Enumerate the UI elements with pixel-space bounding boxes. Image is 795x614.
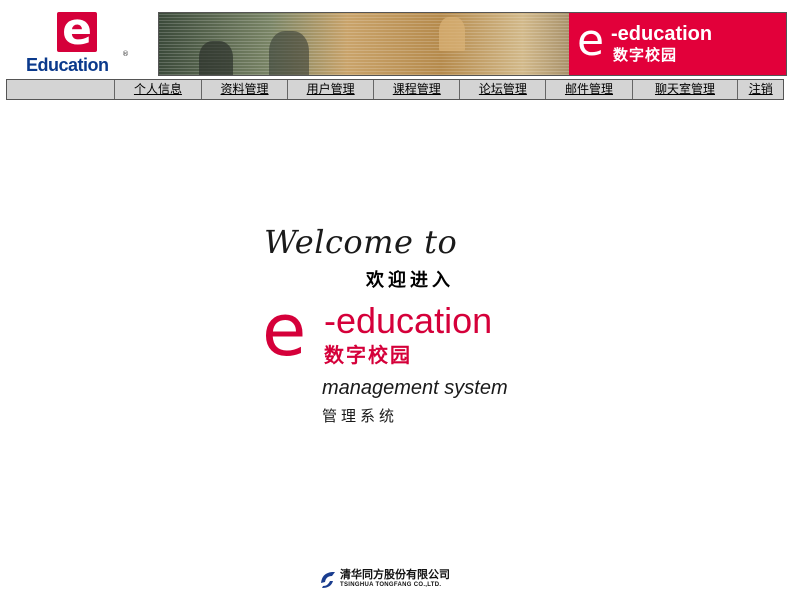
header-banner: e -education 数字校园 (158, 12, 787, 76)
nav-users[interactable]: 用户管理 (288, 80, 375, 99)
logo-text: Education (26, 55, 109, 75)
splash-subtitle-cn: 管理系统 (322, 407, 399, 425)
nav-forum[interactable]: 论坛管理 (460, 80, 547, 99)
banner-title: -education (611, 23, 713, 45)
logo-e-box: e (57, 6, 97, 54)
banner-subtitle: 数字校园 (613, 46, 678, 64)
nav-chatroom[interactable]: 聊天室管理 (633, 80, 739, 99)
welcome-heading: Welcome to (264, 223, 458, 261)
education-logo: e ® Education (26, 6, 132, 76)
nav-personal-info[interactable]: 个人信息 (115, 80, 202, 99)
nav-courses[interactable]: 课程管理 (374, 80, 461, 99)
banner-figure (439, 17, 465, 51)
registered-mark: ® (122, 50, 129, 58)
splash-brand-cn: 数字校园 (324, 343, 412, 367)
company-name-en: TSINGHUA TONGFANG CO.,LTD. (340, 582, 442, 588)
nav-mail[interactable]: 邮件管理 (546, 80, 633, 99)
splash-e-letter: e (262, 288, 307, 372)
welcome-heading-cn: 欢迎进入 (366, 270, 454, 291)
main-nav: 个人信息 资料管理 用户管理 课程管理 论坛管理 邮件管理 聊天室管理 注销 (6, 79, 784, 100)
logo-letter: e (62, 4, 92, 55)
splash-subtitle: management system (322, 377, 508, 399)
nav-logout[interactable]: 注销 (738, 80, 783, 99)
banner-figure (199, 41, 233, 75)
tongfang-logo-icon (321, 572, 335, 588)
company-footer: 清华同方股份有限公司 TSINGHUA TONGFANG CO.,LTD. (318, 568, 468, 590)
banner-e-letter: e (577, 15, 605, 66)
splash-brand: -education (324, 300, 493, 341)
company-name-cn: 清华同方股份有限公司 (340, 568, 450, 581)
banner-figure (269, 31, 309, 75)
nav-materials[interactable]: 资料管理 (202, 80, 289, 99)
nav-spacer (7, 80, 115, 99)
